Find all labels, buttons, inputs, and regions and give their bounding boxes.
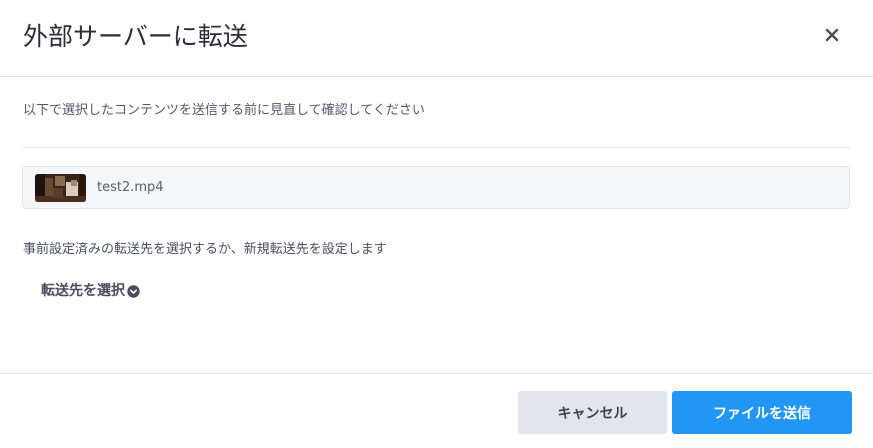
close-button[interactable] bbox=[821, 24, 843, 46]
file-list-item: test2.mp4 bbox=[22, 166, 850, 209]
divider bbox=[23, 147, 850, 148]
intro-text: 以下で選択したコンテンツを送信する前に見直して確認してください bbox=[23, 103, 425, 118]
dialog-footer: キャンセル ファイルを送信 bbox=[0, 373, 873, 448]
transfer-dialog: 外部サーバーに転送 以下で選択したコンテンツを送信する前に見直して確認してくださ… bbox=[0, 0, 873, 448]
dialog-header: 外部サーバーに転送 bbox=[0, 0, 873, 77]
cancel-button[interactable]: キャンセル bbox=[518, 391, 667, 434]
send-file-button[interactable]: ファイルを送信 bbox=[672, 391, 852, 434]
destination-select-label: 転送先を選択 bbox=[41, 283, 125, 299]
close-icon bbox=[825, 28, 839, 42]
dialog-title: 外部サーバーに転送 bbox=[23, 22, 248, 51]
destination-select[interactable]: 転送先を選択 bbox=[41, 280, 140, 302]
file-name: test2.mp4 bbox=[97, 180, 164, 195]
chevron-down-circle-icon bbox=[127, 284, 140, 298]
destination-description: 事前設定済みの転送先を選択するか、新規転送先を設定します bbox=[23, 242, 387, 257]
video-thumbnail bbox=[35, 174, 86, 202]
